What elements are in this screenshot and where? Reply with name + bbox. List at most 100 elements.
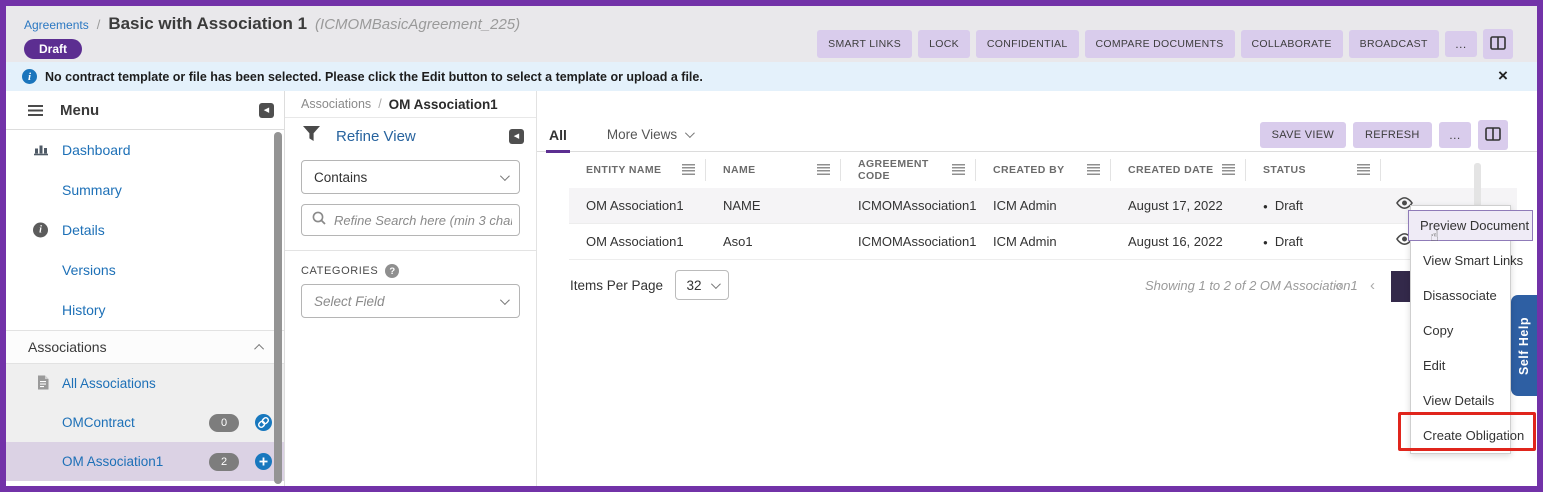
column-menu-icon[interactable] <box>682 164 695 176</box>
columns-icon <box>1490 38 1506 53</box>
sidebar-collapse-button[interactable]: ◀ <box>259 103 274 118</box>
refresh-button[interactable]: REFRESH <box>1353 122 1432 148</box>
info-banner: i No contract template or file has been … <box>6 62 1537 91</box>
column-menu-icon[interactable] <box>817 164 830 176</box>
banner-close-icon[interactable]: × <box>1498 66 1508 86</box>
count-badge: 0 <box>209 414 239 432</box>
select-field-dropdown[interactable]: Select Field <box>301 284 520 318</box>
select-field-placeholder: Select Field <box>314 294 500 309</box>
column-menu-icon[interactable] <box>952 164 965 176</box>
cell-created-by: ICM Admin <box>976 234 1111 249</box>
column-header-status[interactable]: STATUS <box>1246 159 1381 181</box>
menu-item-preview-document[interactable]: Preview Document <box>1408 210 1533 241</box>
self-help-tab[interactable]: Self Help <box>1511 295 1537 396</box>
categories-header: CATEGORIES ? <box>301 264 520 278</box>
column-header-agreement-code[interactable]: AGREEMENT CODE <box>841 159 976 181</box>
refine-view-title: Refine View <box>336 128 509 145</box>
menu-item-create-obligation[interactable]: Create Obligation <box>1411 418 1510 453</box>
sidebar-item-om-association1[interactable]: OM Association1 2 <box>6 442 284 481</box>
associations-breadcrumb: Associations / OM Association1 <box>285 91 536 118</box>
sidebar-item-all-associations[interactable]: All Associations <box>6 364 284 403</box>
column-menu-icon[interactable] <box>1357 164 1370 176</box>
items-per-page-dropdown[interactable]: 32 <box>675 270 729 300</box>
chevron-down-icon <box>711 279 721 289</box>
column-header-created-date[interactable]: CREATED DATE <box>1111 159 1246 181</box>
more-views-label: More Views <box>607 127 677 142</box>
lock-button[interactable]: LOCK <box>918 30 970 58</box>
chevron-up-icon <box>254 343 264 353</box>
sidebar-item-label: History <box>62 302 106 318</box>
menu-item-disassociate[interactable]: Disassociate <box>1411 278 1510 313</box>
column-menu-icon[interactable] <box>1222 164 1235 176</box>
table-row[interactable]: OM Association1 Aso1 ICMOMAssociation1_…… <box>569 224 1517 260</box>
collaborate-button[interactable]: COLLABORATE <box>1241 30 1343 58</box>
sidebar-item-label: OM Association1 <box>62 454 209 469</box>
cursor-hand-icon: ☝ <box>1430 227 1439 245</box>
header-bar: Agreements / Basic with Association 1 (I… <box>6 6 1537 62</box>
sidebar-item-details[interactable]: i Details <box>6 210 284 250</box>
sidebar-scrollbar[interactable] <box>274 132 282 484</box>
column-header-name[interactable]: NAME <box>706 159 841 181</box>
sidebar-item-history[interactable]: History <box>6 290 284 330</box>
confidential-button[interactable]: CONFIDENTIAL <box>976 30 1079 58</box>
column-header-created-by[interactable]: CREATED BY <box>976 159 1111 181</box>
menu-item-view-details[interactable]: View Details <box>1411 383 1510 418</box>
sidebar-item-versions[interactable]: Versions <box>6 250 284 290</box>
cell-created-by: ICM Admin <box>976 198 1111 213</box>
grid-columns-button[interactable] <box>1478 120 1508 150</box>
cell-created-date: August 17, 2022 <box>1111 198 1246 213</box>
refine-collapse-button[interactable]: ◀ <box>509 129 524 144</box>
breadcrumb-separator: / <box>97 17 101 32</box>
cell-status: ●Draft <box>1246 234 1381 249</box>
first-page-button[interactable]: « <box>1335 277 1343 294</box>
tab-all[interactable]: All <box>546 127 570 153</box>
associations-list: All Associations OMContract 0 OM Associa… <box>6 364 284 481</box>
cell-entity-name: OM Association1 <box>569 234 706 249</box>
cell-created-date: August 16, 2022 <box>1111 234 1246 249</box>
more-actions-button[interactable]: … <box>1445 31 1477 57</box>
column-header-entity-name[interactable]: ENTITY NAME <box>569 159 706 181</box>
dashboard-icon <box>33 142 49 159</box>
broadcast-button[interactable]: BROADCAST <box>1349 30 1439 58</box>
menu-item-edit[interactable]: Edit <box>1411 348 1510 383</box>
menu-item-copy[interactable]: Copy <box>1411 313 1510 348</box>
breadcrumb-agreements-link[interactable]: Agreements <box>24 18 89 32</box>
refine-search-field[interactable] <box>301 204 520 236</box>
breadcrumb-separator: / <box>378 97 381 111</box>
breadcrumb-associations[interactable]: Associations <box>301 97 371 111</box>
menu-icon[interactable] <box>28 105 43 116</box>
table-row[interactable]: OM Association1 NAME ICMOMAssociation1_…… <box>569 188 1517 224</box>
prev-page-button[interactable]: ‹ <box>1370 277 1375 294</box>
refine-search-input[interactable] <box>334 213 512 228</box>
compare-documents-button[interactable]: COMPARE DOCUMENTS <box>1085 30 1235 58</box>
sidebar-item-summary[interactable]: Summary <box>6 170 284 210</box>
filter-icon <box>303 126 320 146</box>
sidebar-item-omcontract[interactable]: OMContract 0 <box>6 403 284 442</box>
details-info-icon: i <box>33 223 48 238</box>
sidebar-section-associations[interactable]: Associations <box>6 330 284 364</box>
save-view-button[interactable]: SAVE VIEW <box>1260 122 1346 148</box>
column-menu-icon[interactable] <box>1087 164 1100 176</box>
add-association-icon[interactable] <box>255 453 272 470</box>
sidebar-item-dashboard[interactable]: Dashboard <box>6 130 284 170</box>
info-icon: i <box>22 69 37 84</box>
view-tabs-row: All More Views SAVE VIEW REFRESH … <box>537 118 1537 152</box>
link-icon[interactable] <box>255 414 272 431</box>
smart-links-button[interactable]: SMART LINKS <box>817 30 912 58</box>
menu-item-view-smart-links[interactable]: View Smart Links <box>1411 243 1510 278</box>
help-icon[interactable]: ? <box>385 264 399 278</box>
chevron-down-icon <box>685 128 695 138</box>
more-views-dropdown[interactable]: More Views <box>607 127 692 142</box>
toggle-panel-button[interactable] <box>1483 29 1513 59</box>
section-label: Associations <box>28 339 107 355</box>
divider <box>285 250 536 251</box>
operator-dropdown[interactable]: Contains <box>301 160 520 194</box>
agreement-code: (ICMOMBasicAgreement_225) <box>315 16 520 33</box>
search-icon <box>312 211 326 230</box>
count-badge: 2 <box>209 453 239 471</box>
cell-name: Aso1 <box>706 234 841 249</box>
items-per-page-label: Items Per Page <box>570 278 663 293</box>
cell-status: ●Draft <box>1246 198 1381 213</box>
grid-more-button[interactable]: … <box>1439 122 1471 148</box>
grid-scrollbar[interactable] <box>1474 163 1481 207</box>
